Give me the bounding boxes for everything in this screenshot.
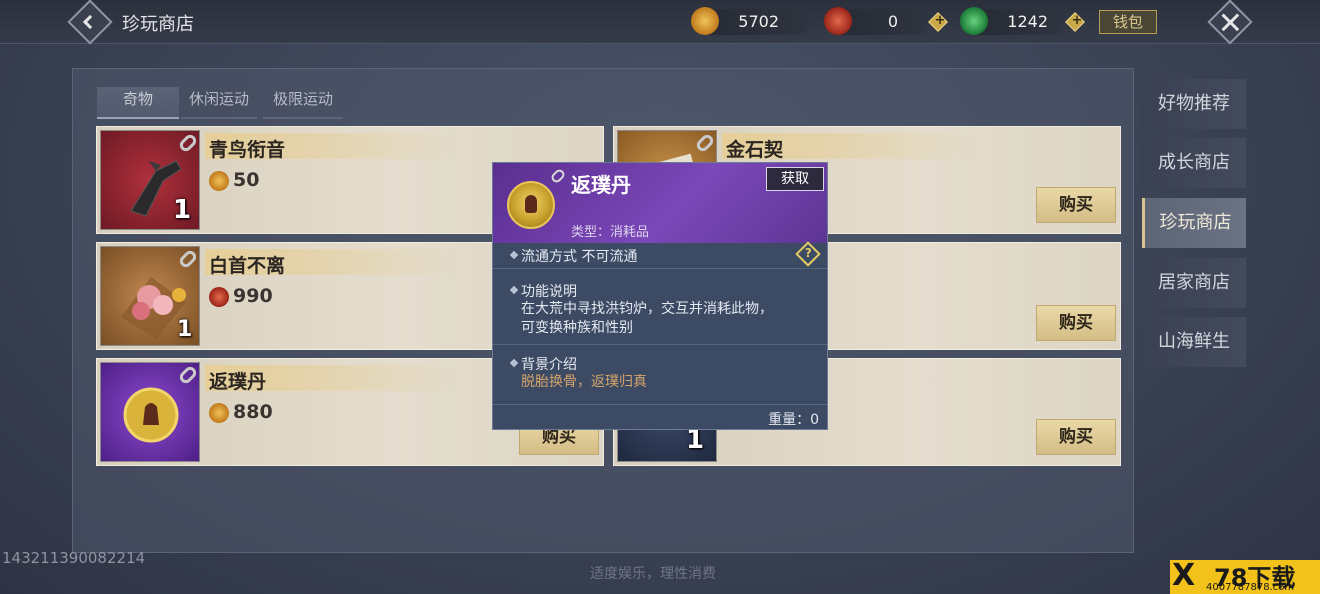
- bullet-icon: [509, 250, 519, 260]
- circulation-row: 流通方式 不可流通: [493, 243, 827, 269]
- red-token-icon: [209, 287, 229, 307]
- item-price: 880: [233, 401, 273, 423]
- item-price: 990: [233, 285, 273, 307]
- sidebar-item-growth-shop[interactable]: 成长商店: [1142, 138, 1246, 188]
- item-quantity: 1: [177, 317, 193, 342]
- help-glyph: ?: [804, 245, 812, 260]
- chevron-left-icon: [82, 14, 98, 30]
- item-name: 白首不离: [209, 255, 286, 277]
- bullet-icon: [509, 285, 519, 295]
- currency-value: 1242: [1007, 12, 1048, 31]
- get-button[interactable]: 获取: [766, 167, 824, 191]
- back-button[interactable]: [67, 0, 113, 45]
- watermark-url: 4007787878.com: [1206, 582, 1295, 593]
- site-watermark: X 78下载 4007787878.com: [1170, 558, 1320, 594]
- currency-value: 5702: [738, 12, 779, 31]
- add-jade-token-button[interactable]: [1065, 12, 1085, 32]
- player-id: 143211390082214: [2, 549, 146, 567]
- sidebar-item-seafood[interactable]: 山海鲜生: [1142, 317, 1246, 367]
- top-bar: 珍玩商店 5702 0 1242 钱包: [0, 0, 1320, 45]
- item-name: 返璞丹: [209, 371, 267, 393]
- jade-token-icon: [960, 7, 988, 35]
- link-icon: [549, 167, 567, 185]
- tab-qiwu[interactable]: 奇物: [97, 87, 179, 119]
- footer-note: 适度娱乐，理性消费: [590, 566, 716, 582]
- popup-header: 返璞丹 获取 类型：消耗品: [493, 163, 827, 243]
- gold-coin-icon: [209, 171, 229, 191]
- buy-button[interactable]: 购买: [1036, 419, 1116, 455]
- function-text-line-2: 可变换种族和性别: [521, 320, 633, 336]
- tab-leisure-sports[interactable]: 休闲运动: [181, 87, 257, 119]
- sidebar-item-recommended[interactable]: 好物推荐: [1142, 79, 1246, 129]
- pill-icon: [507, 181, 555, 229]
- add-red-token-button[interactable]: [928, 12, 948, 32]
- currency-gold: 5702: [691, 7, 809, 35]
- function-label: 功能说明: [521, 284, 577, 300]
- item-name: 青鸟衔音: [209, 139, 286, 161]
- item-price: 50: [233, 169, 260, 191]
- tab-extreme-sports[interactable]: 极限运动: [263, 87, 343, 119]
- currency-red: 0: [824, 7, 928, 35]
- bullet-icon: [509, 358, 519, 368]
- item-detail-popup: 返璞丹 获取 类型：消耗品 流通方式 不可流通 ? 功能说明 在大荒中寻找洪钧炉…: [492, 162, 828, 430]
- function-text-line-1: 在大荒中寻找洪钧炉，交互并消耗此物，: [521, 301, 773, 317]
- item-name: 金石契: [726, 139, 784, 161]
- buy-button[interactable]: 购买: [1036, 305, 1116, 341]
- item-quantity: 1: [173, 195, 192, 225]
- currency-value: 0: [887, 12, 898, 31]
- buy-button[interactable]: 购买: [1036, 187, 1116, 223]
- gold-coin-icon: [209, 403, 229, 423]
- background-label: 背景介绍: [521, 357, 577, 373]
- background-text: 脱胎换骨，返璞归真: [521, 374, 647, 390]
- sidebar-item-treasure-shop[interactable]: 珍玩商店: [1142, 198, 1246, 248]
- page-title: 珍玩商店: [122, 14, 194, 35]
- watermark-logo-icon: X: [1172, 558, 1196, 593]
- item-weight: 重量：0: [768, 412, 819, 428]
- circulation-text: 流通方式 不可流通: [521, 249, 638, 265]
- item-type: 类型：消耗品: [571, 225, 650, 240]
- red-token-icon: [824, 7, 852, 35]
- function-row: 功能说明 在大荒中寻找洪钧炉，交互并消耗此物， 可变换种族和性别: [493, 269, 827, 345]
- currency-jade: 1242: [960, 7, 1064, 35]
- popup-title: 返璞丹: [571, 173, 631, 197]
- gold-coin-icon: [691, 7, 719, 35]
- background-row: 背景介绍 脱胎换骨，返璞归真: [493, 345, 827, 405]
- wallet-button[interactable]: 钱包: [1099, 10, 1157, 34]
- close-button[interactable]: [1207, 0, 1253, 45]
- sidebar-item-home-shop[interactable]: 居家商店: [1142, 258, 1246, 308]
